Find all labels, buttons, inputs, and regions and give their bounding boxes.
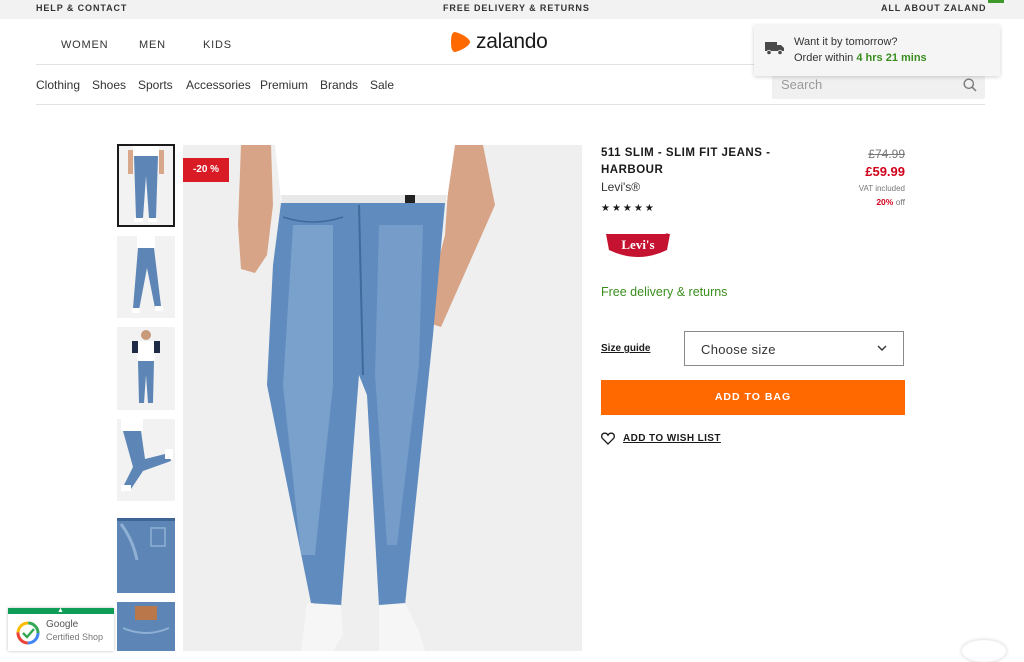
logo-text: zalando	[476, 30, 548, 53]
thumbnail-2[interactable]	[117, 236, 175, 318]
thumbnail-6[interactable]	[117, 602, 175, 651]
search-input[interactable]: Search	[772, 72, 985, 99]
google-g-icon	[16, 621, 40, 645]
free-delivery-note: Free delivery & returns	[601, 285, 728, 299]
product-name-line-2: HARBOUR	[601, 164, 664, 176]
thumbnail-image	[117, 419, 175, 501]
discount-badge: -20 %	[183, 158, 229, 182]
thumbnail-image	[117, 327, 175, 410]
search-icon[interactable]	[963, 78, 977, 92]
nav-women[interactable]: WOMEN	[61, 39, 108, 51]
product-name-line-1: 511 SLIM - SLIM FIT JEANS -	[601, 147, 771, 159]
category-premium[interactable]: Premium	[260, 78, 308, 92]
brand-logo[interactable]: Levi's	[605, 232, 671, 267]
chevron-down-icon	[877, 345, 887, 351]
size-select[interactable]: Choose size	[684, 331, 904, 366]
svg-text:Levi's: Levi's	[621, 237, 654, 252]
nav-kids[interactable]: KIDS	[203, 39, 232, 51]
help-contact-link[interactable]: HELP & CONTACT	[36, 3, 127, 13]
delivery-title: Want it by tomorrow?	[794, 36, 898, 48]
top-utility-bar: HELP & CONTACT FREE DELIVERY & RETURNS A…	[0, 0, 1024, 19]
chat-launcher-edge[interactable]	[962, 640, 1006, 662]
category-accessories[interactable]: Accessories	[186, 78, 251, 92]
thumbnail-image	[119, 146, 173, 225]
rating-stars[interactable]: ★★★★★	[601, 203, 656, 214]
truck-icon	[765, 42, 784, 55]
add-to-bag-button[interactable]: ADD TO BAG	[601, 380, 905, 415]
sale-price: £59.99	[865, 164, 905, 179]
search-placeholder: Search	[781, 77, 823, 92]
category-sports[interactable]: Sports	[138, 78, 173, 92]
category-divider	[36, 104, 985, 105]
size-guide-link[interactable]: Size guide	[601, 343, 650, 354]
product-name: 511 SLIM - SLIM FIT JEANS - HARBOUR	[601, 145, 801, 179]
zalando-logo-icon	[451, 32, 470, 52]
countdown-time: 4 hrs 21 mins	[856, 52, 927, 64]
order-within-label: Order within	[794, 52, 854, 64]
thumbnail-5[interactable]	[117, 510, 175, 593]
badge-line-2: Certified Shop	[46, 632, 104, 642]
free-delivery-link[interactable]: FREE DELIVERY & RETURNS	[443, 3, 590, 13]
category-sale[interactable]: Sale	[370, 78, 394, 92]
thumbnail-image	[117, 510, 175, 593]
nav-men[interactable]: MEN	[139, 39, 166, 51]
main-product-image[interactable]	[183, 145, 582, 651]
add-to-wishlist-button[interactable]: ADD TO WISH LIST	[601, 432, 721, 445]
badge-line-1: Google	[46, 619, 79, 630]
google-certified-badge[interactable]: ▲ Google Certified Shop	[8, 607, 114, 651]
green-accent-strip	[988, 0, 1004, 3]
thumbnail-image	[117, 602, 175, 651]
jeans-model-illustration	[183, 145, 582, 651]
wishlist-label: ADD TO WISH LIST	[623, 433, 721, 444]
category-brands[interactable]: Brands	[320, 78, 358, 92]
heart-icon	[601, 432, 615, 445]
size-select-value: Choose size	[701, 342, 776, 357]
thumbnail-4[interactable]	[117, 419, 175, 501]
discount-off-label: off	[895, 197, 905, 207]
vat-note: VAT included	[858, 184, 905, 193]
zalando-logo[interactable]: zalando	[451, 29, 548, 55]
category-shoes[interactable]: Shoes	[92, 78, 126, 92]
category-clothing[interactable]: Clothing	[36, 78, 80, 92]
levis-logo-icon: Levi's	[606, 233, 670, 257]
original-price: £74.99	[868, 147, 905, 161]
delivery-countdown: Order within 4 hrs 21 mins	[794, 52, 927, 64]
thumbnail-1[interactable]	[117, 144, 175, 227]
discount-percent-value: 20%	[876, 197, 894, 207]
delivery-countdown-popup: Want it by tomorrow? Order within 4 hrs …	[754, 25, 1000, 76]
thumbnail-image	[117, 236, 175, 318]
discount-percent: 20% off	[876, 197, 905, 207]
brand-name-link[interactable]: Levi's®	[601, 180, 640, 194]
thumbnail-3[interactable]	[117, 327, 175, 410]
chevron-up-icon[interactable]: ▲	[57, 607, 64, 614]
about-zalando-link[interactable]: ALL ABOUT ZALAND	[881, 3, 986, 13]
